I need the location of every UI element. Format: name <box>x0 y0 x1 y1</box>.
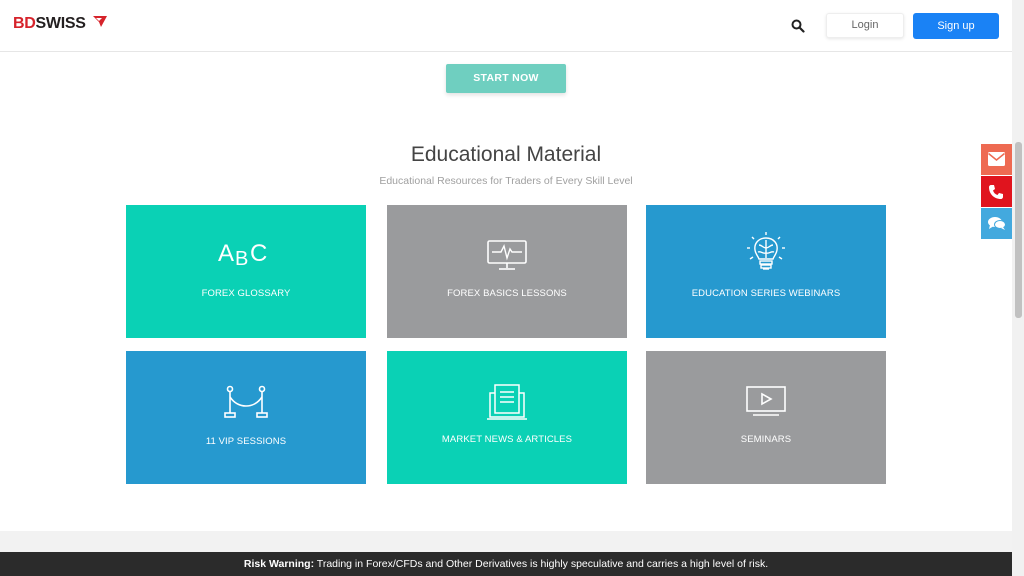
login-button[interactable]: Login <box>826 13 904 38</box>
chat-icon <box>988 217 1006 230</box>
card-label: FOREX GLOSSARY <box>201 288 291 299</box>
risk-warning-title: Risk Warning: <box>243 558 315 570</box>
svg-text:B: B <box>235 248 248 267</box>
svg-text:A: A <box>218 240 234 267</box>
contact-chat-button[interactable] <box>981 208 1012 239</box>
card-label: FOREX BASICS LESSONS <box>447 288 567 299</box>
card-label: SEMINARS <box>740 434 792 445</box>
card-label: MARKET NEWS & ARTICLES <box>441 434 573 445</box>
card-forex-glossary[interactable]: A B C FOREX GLOSSARY <box>126 205 366 338</box>
risk-warning-bar: Risk Warning: Trading in Forex/CFDs and … <box>0 552 1012 576</box>
card-education-series-webinars[interactable]: EDUCATION SERIES WEBINARS <box>646 205 886 338</box>
brain-bulb-icon <box>646 232 886 279</box>
mail-icon <box>988 152 1005 166</box>
card-1on1-vip-sessions[interactable]: 1⁠1 VIP SESSIONS <box>126 351 366 484</box>
start-now-button[interactable]: START NOW <box>446 64 566 93</box>
contact-phone-button[interactable] <box>981 176 1012 207</box>
signup-button[interactable]: Sign up <box>913 13 999 39</box>
card-forex-basics-lessons[interactable]: FOREX BASICS LESSONS <box>387 205 627 338</box>
page: BDSWISS Login Sign up START NOW Educatio… <box>0 0 1024 576</box>
news-icon <box>387 383 627 426</box>
logo-swiss-text: SWISS <box>35 15 86 32</box>
contact-mail-button[interactable] <box>981 144 1012 175</box>
card-market-news-articles[interactable]: MARKET NEWS & ARTICLES <box>387 351 627 484</box>
svg-text:C: C <box>250 240 267 267</box>
logo-bd-text: BD <box>13 15 36 32</box>
section-subtitle: Educational Resources for Traders of Eve… <box>379 175 633 187</box>
logo-flag-icon <box>93 16 107 27</box>
monitor-pulse-icon <box>387 239 627 276</box>
abc-icon: A B C <box>126 237 366 272</box>
card-seminars[interactable]: SEMINARS <box>646 351 886 484</box>
card-label: EDUCATION SERIES WEBINARS <box>691 288 841 299</box>
video-play-icon <box>646 385 886 422</box>
section-title: Educational Material <box>410 143 602 166</box>
velvet-rope-icon <box>126 385 366 424</box>
footer-band <box>0 531 1012 552</box>
card-label: 1⁠1 VIP SESSIONS <box>205 436 287 447</box>
phone-icon <box>989 185 1003 199</box>
risk-warning-text: Trading in Forex/CFDs and Other Derivati… <box>314 558 769 570</box>
site-header: BDSWISS Login Sign up <box>0 0 1012 52</box>
scrollbar-thumb[interactable] <box>1015 142 1022 318</box>
bdswiss-logo[interactable]: BDSWISS <box>13 15 107 33</box>
search-icon[interactable] <box>791 19 805 33</box>
